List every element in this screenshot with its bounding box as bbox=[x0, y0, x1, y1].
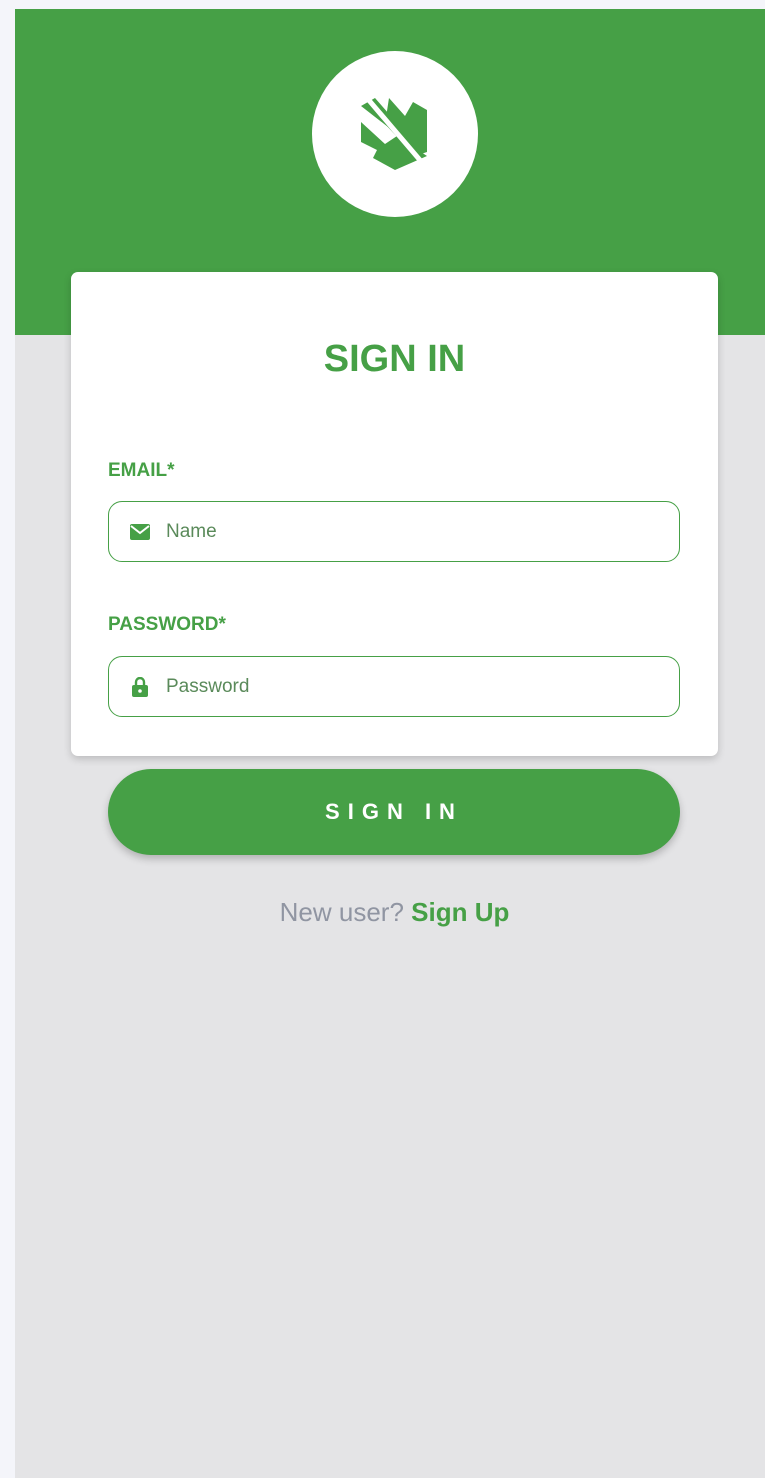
email-input[interactable]: Name bbox=[166, 521, 217, 543]
logo bbox=[312, 51, 478, 217]
email-label: EMAIL* bbox=[108, 460, 175, 481]
sign-up-link[interactable]: Sign Up bbox=[411, 897, 509, 927]
page-title: SIGN IN bbox=[323, 338, 466, 380]
sign-in-button[interactable]: SIGN IN bbox=[108, 769, 680, 855]
password-input[interactable]: Password bbox=[166, 676, 249, 698]
signup-prompt-text: New user? bbox=[279, 897, 404, 927]
crown-shield-logo-icon bbox=[361, 96, 427, 170]
email-field[interactable]: Name bbox=[108, 501, 680, 562]
lock-icon bbox=[130, 676, 150, 697]
signup-prompt: New user? Sign Up bbox=[71, 897, 718, 928]
envelope-icon bbox=[130, 522, 150, 542]
password-label: PASSWORD* bbox=[108, 614, 226, 635]
password-field[interactable]: Password bbox=[108, 656, 680, 717]
app-screen: SIGN IN EMAIL* Name PASSWORD* Password S… bbox=[15, 9, 765, 1478]
sign-in-card: SIGN IN EMAIL* Name PASSWORD* Password S… bbox=[71, 272, 718, 927]
